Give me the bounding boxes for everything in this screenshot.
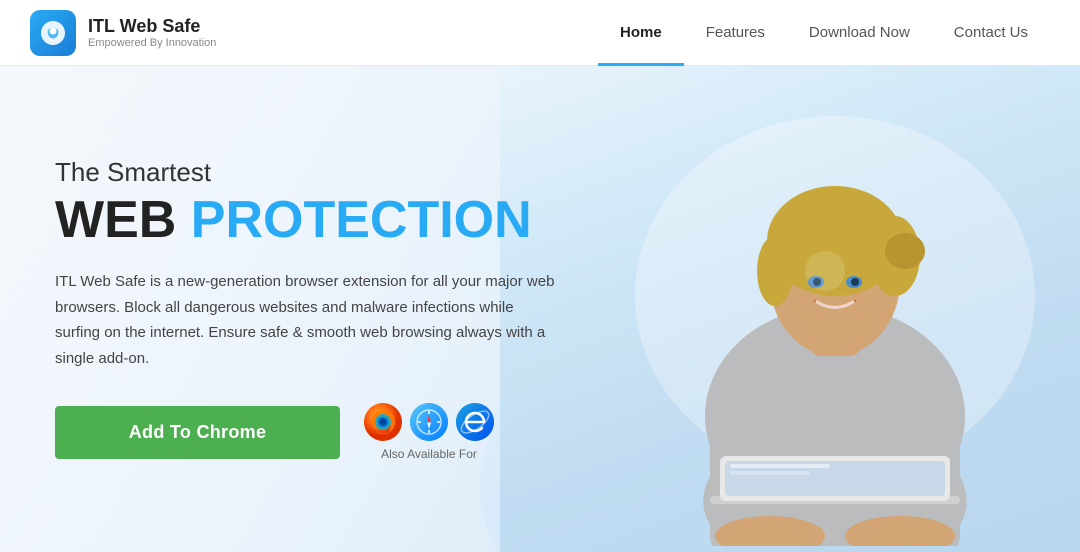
firefox-icon (364, 403, 402, 441)
safari-icon (410, 403, 448, 441)
hero-tagline: The Smartest (55, 157, 560, 188)
logo-subtitle: Empowered By Innovation (88, 37, 216, 49)
browser-icons-group: Also Available For (364, 403, 494, 461)
nav-item-features[interactable]: Features (684, 0, 787, 66)
nav-item-download[interactable]: Download Now (787, 0, 932, 66)
logo-title: ITL Web Safe (88, 16, 216, 37)
hero-actions: Add To Chrome (55, 403, 560, 461)
hero-section: The Smartest WEB PROTECTION ITL Web Safe… (0, 66, 1080, 552)
hero-description: ITL Web Safe is a new-generation browser… (55, 269, 560, 371)
logo-text-area: ITL Web Safe Empowered By Innovation (88, 16, 216, 49)
navigation: Home Features Download Now Contact Us (598, 0, 1050, 66)
logo-area: ITL Web Safe Empowered By Innovation (30, 10, 216, 56)
hero-content: The Smartest WEB PROTECTION ITL Web Safe… (0, 157, 560, 461)
also-available-label: Also Available For (381, 447, 477, 461)
hero-title: WEB PROTECTION (55, 192, 560, 249)
nav-item-contact[interactable]: Contact Us (932, 0, 1050, 66)
hero-title-web: WEB (55, 191, 176, 249)
browser-icons-row (364, 403, 494, 441)
nav-item-home[interactable]: Home (598, 0, 684, 66)
add-to-chrome-button[interactable]: Add To Chrome (55, 406, 340, 459)
logo-icon (30, 10, 76, 56)
ie-icon (456, 403, 494, 441)
hero-title-protection: PROTECTION (191, 191, 532, 249)
hero-person-illustration (610, 96, 1060, 546)
hero-image (500, 66, 1080, 552)
header: ITL Web Safe Empowered By Innovation Hom… (0, 0, 1080, 66)
